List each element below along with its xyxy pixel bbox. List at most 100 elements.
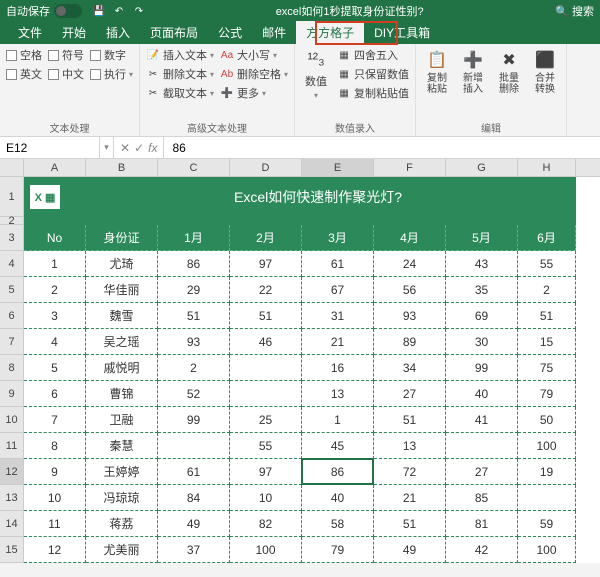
tab-文件[interactable]: 文件 bbox=[8, 21, 52, 44]
tab-DIY工具箱[interactable]: DIY工具箱 bbox=[364, 21, 440, 44]
cell-G7[interactable]: 30 bbox=[446, 329, 518, 355]
btn-截取文本[interactable]: ✂截取文本 ▾ bbox=[146, 85, 214, 101]
cell-G6[interactable]: 69 bbox=[446, 303, 518, 329]
tab-邮件[interactable]: 邮件 bbox=[252, 21, 296, 44]
cell-D8[interactable] bbox=[230, 355, 302, 381]
cell-B13[interactable]: 冯琼琼 bbox=[86, 485, 158, 511]
col-header-B[interactable]: B bbox=[86, 159, 158, 176]
cell-C15[interactable]: 37 bbox=[158, 537, 230, 563]
cell-C5[interactable]: 29 bbox=[158, 277, 230, 303]
cell-F4[interactable]: 24 bbox=[374, 251, 446, 277]
cancel-icon[interactable]: ✕ bbox=[120, 141, 130, 155]
cell-A12[interactable]: 9 bbox=[24, 459, 86, 485]
cell-E5[interactable]: 67 bbox=[302, 277, 374, 303]
cell-A3[interactable]: No bbox=[24, 225, 86, 251]
btn-批量删除[interactable]: ✖批量删除 bbox=[494, 47, 524, 118]
cell-E15[interactable]: 79 bbox=[302, 537, 374, 563]
cell-B9[interactable]: 曹锦 bbox=[86, 381, 158, 407]
tab-方方格子[interactable]: 方方格子 bbox=[296, 21, 364, 44]
col-header-D[interactable]: D bbox=[230, 159, 302, 176]
cell-E8[interactable]: 16 bbox=[302, 355, 374, 381]
cell-F12[interactable]: 72 bbox=[374, 459, 446, 485]
cell-F8[interactable]: 34 bbox=[374, 355, 446, 381]
cell-G14[interactable]: 81 bbox=[446, 511, 518, 537]
cell-B15[interactable]: 尤美丽 bbox=[86, 537, 158, 563]
cell-B8[interactable]: 戚悦明 bbox=[86, 355, 158, 381]
cell-E3[interactable]: 3月 bbox=[302, 225, 374, 251]
cell-E7[interactable]: 21 bbox=[302, 329, 374, 355]
cell-H9[interactable]: 79 bbox=[518, 381, 576, 407]
fx-icon[interactable]: fx bbox=[148, 141, 157, 155]
cell-E12[interactable]: 86 bbox=[302, 459, 374, 485]
row-header-6[interactable]: 6 bbox=[0, 303, 24, 329]
cell-H15[interactable]: 100 bbox=[518, 537, 576, 563]
checkbox-空格[interactable]: 空格 bbox=[6, 47, 42, 63]
cell-G9[interactable]: 40 bbox=[446, 381, 518, 407]
cell-A13[interactable]: 10 bbox=[24, 485, 86, 511]
cell-H4[interactable]: 55 bbox=[518, 251, 576, 277]
cell-F3[interactable]: 4月 bbox=[374, 225, 446, 251]
cell-B6[interactable]: 魏雪 bbox=[86, 303, 158, 329]
cell-C13[interactable]: 84 bbox=[158, 485, 230, 511]
cell-G4[interactable]: 43 bbox=[446, 251, 518, 277]
checkbox-符号[interactable]: 符号 bbox=[48, 47, 84, 63]
btn-更多[interactable]: ➕更多 ▾ bbox=[220, 85, 288, 101]
cell-A15[interactable]: 12 bbox=[24, 537, 86, 563]
cell-D11[interactable]: 55 bbox=[230, 433, 302, 459]
cell-E14[interactable]: 58 bbox=[302, 511, 374, 537]
cell-B14[interactable]: 蒋荔 bbox=[86, 511, 158, 537]
tab-公式[interactable]: 公式 bbox=[208, 21, 252, 44]
cell-A4[interactable]: 1 bbox=[24, 251, 86, 277]
cell-D15[interactable]: 100 bbox=[230, 537, 302, 563]
cell-D4[interactable]: 97 bbox=[230, 251, 302, 277]
cell-F7[interactable]: 89 bbox=[374, 329, 446, 355]
tab-页面布局[interactable]: 页面布局 bbox=[140, 21, 208, 44]
cell-C7[interactable]: 93 bbox=[158, 329, 230, 355]
row-header-7[interactable]: 7 bbox=[0, 329, 24, 355]
cell-A6[interactable]: 3 bbox=[24, 303, 86, 329]
cell-A9[interactable]: 6 bbox=[24, 381, 86, 407]
cell-E9[interactable]: 13 bbox=[302, 381, 374, 407]
cell-C4[interactable]: 86 bbox=[158, 251, 230, 277]
cell-A11[interactable]: 8 bbox=[24, 433, 86, 459]
cell-E11[interactable]: 45 bbox=[302, 433, 374, 459]
cell-A5[interactable]: 2 bbox=[24, 277, 86, 303]
cell-F11[interactable]: 13 bbox=[374, 433, 446, 459]
cell-A8[interactable]: 5 bbox=[24, 355, 86, 381]
cell-H7[interactable]: 15 bbox=[518, 329, 576, 355]
cell-H12[interactable]: 19 bbox=[518, 459, 576, 485]
cell-C3[interactable]: 1月 bbox=[158, 225, 230, 251]
cell-G5[interactable]: 35 bbox=[446, 277, 518, 303]
checkbox-数字[interactable]: 数字 bbox=[90, 47, 133, 63]
cell-G10[interactable]: 41 bbox=[446, 407, 518, 433]
col-header-E[interactable]: E bbox=[302, 159, 374, 176]
cell-B12[interactable]: 王婷婷 bbox=[86, 459, 158, 485]
cell-F15[interactable]: 49 bbox=[374, 537, 446, 563]
tab-开始[interactable]: 开始 bbox=[52, 21, 96, 44]
cell-H10[interactable]: 50 bbox=[518, 407, 576, 433]
cell-C11[interactable] bbox=[158, 433, 230, 459]
cell-H13[interactable] bbox=[518, 485, 576, 511]
btn-四舍五入[interactable]: ▦四舍五入 bbox=[337, 47, 409, 63]
col-header-H[interactable]: H bbox=[518, 159, 576, 176]
cell-D13[interactable]: 10 bbox=[230, 485, 302, 511]
cell-G13[interactable]: 85 bbox=[446, 485, 518, 511]
row-header-12[interactable]: 12 bbox=[0, 459, 24, 485]
cell-D5[interactable]: 22 bbox=[230, 277, 302, 303]
cell-E10[interactable]: 1 bbox=[302, 407, 374, 433]
tab-插入[interactable]: 插入 bbox=[96, 21, 140, 44]
col-header-A[interactable]: A bbox=[24, 159, 86, 176]
col-header-C[interactable]: C bbox=[158, 159, 230, 176]
row-header-3[interactable]: 3 bbox=[0, 225, 24, 251]
col-header-G[interactable]: G bbox=[446, 159, 518, 176]
cell-G15[interactable]: 42 bbox=[446, 537, 518, 563]
save-icon[interactable]: 💾 bbox=[92, 4, 106, 18]
row-header-8[interactable]: 8 bbox=[0, 355, 24, 381]
cell-H6[interactable]: 51 bbox=[518, 303, 576, 329]
row-header-4[interactable]: 4 bbox=[0, 251, 24, 277]
btn-复制粘贴[interactable]: 📋复制粘贴 bbox=[422, 47, 452, 118]
cell-G12[interactable]: 27 bbox=[446, 459, 518, 485]
cell-F6[interactable]: 93 bbox=[374, 303, 446, 329]
cell-H14[interactable]: 59 bbox=[518, 511, 576, 537]
btn-插入文本[interactable]: 📝插入文本 ▾ bbox=[146, 47, 214, 63]
